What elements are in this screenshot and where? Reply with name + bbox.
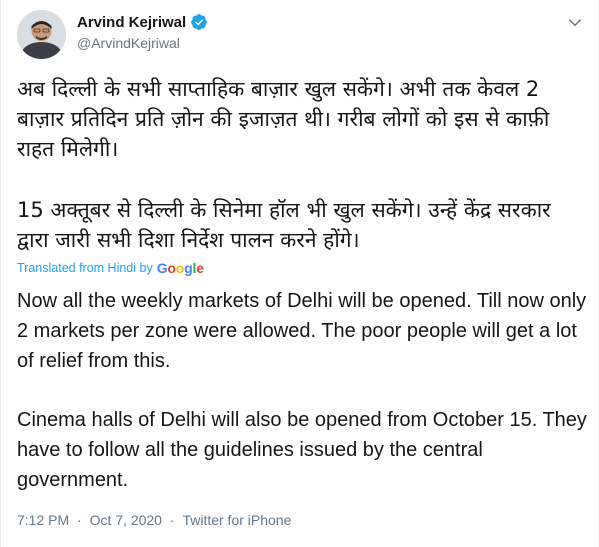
avatar[interactable] bbox=[17, 10, 66, 59]
google-logo: Google bbox=[156, 260, 204, 276]
chevron-down-icon[interactable] bbox=[566, 14, 584, 32]
tweet-meta: 7:12 PM · Oct 7, 2020 · Twitter for iPho… bbox=[17, 512, 291, 528]
author-name[interactable]: Arvind Kejriwal bbox=[77, 14, 186, 31]
author-handle[interactable]: @ArvindKejriwal bbox=[77, 35, 180, 51]
tweet-text-english-paragraph-1: Now all the weekly markets of Delhi will… bbox=[17, 290, 587, 372]
tweet-source[interactable]: Twitter for iPhone bbox=[182, 512, 291, 528]
verified-badge-icon bbox=[191, 14, 208, 30]
tweet-card: Arvind Kejriwal @ArvindKejriwal अब दिल्ल… bbox=[0, 0, 599, 547]
meta-separator: · bbox=[77, 512, 82, 528]
tweet-time[interactable]: 7:12 PM bbox=[17, 512, 69, 528]
tweet-date[interactable]: Oct 7, 2020 bbox=[90, 512, 162, 528]
tweet-text-hindi-paragraph-2: 15 अक्तूबर से दिल्ली के सिनेमा हॉल भी खु… bbox=[17, 198, 551, 252]
translated-label: Translated from Hindi by bbox=[17, 261, 153, 275]
author-name-row[interactable]: Arvind Kejriwal bbox=[77, 13, 208, 31]
tweet-text-hindi-paragraph-1: अब दिल्ली के सभी साप्ताहिक बाज़ार खुल सक… bbox=[17, 77, 550, 161]
meta-separator: · bbox=[169, 512, 175, 528]
translation-attribution[interactable]: Translated from Hindi by Google bbox=[17, 260, 204, 276]
tweet-text-english-paragraph-2: Cinema halls of Delhi will also be opene… bbox=[17, 409, 587, 491]
